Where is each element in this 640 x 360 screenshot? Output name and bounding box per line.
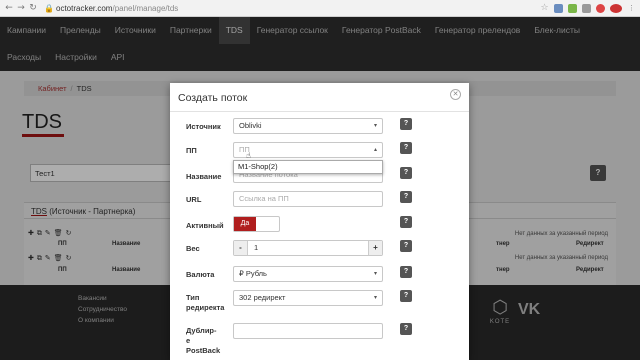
extension-icon[interactable] [596, 3, 605, 13]
help-button[interactable]: ? [400, 118, 412, 130]
url-label: URL [186, 195, 202, 204]
create-stream-modal: Создать поток ✕ Источник Oblivki ▾ ? ПП П… [170, 83, 469, 360]
close-icon[interactable]: ✕ [450, 89, 461, 100]
extension-icon[interactable] [610, 3, 622, 13]
help-button[interactable]: ? [400, 266, 412, 278]
help-button[interactable]: ? [400, 167, 412, 179]
help-button[interactable]: ? [400, 290, 412, 302]
redirect-label-line1: Тип [186, 293, 200, 302]
url-input[interactable]: Ссылка на ПП [233, 191, 383, 207]
divider [170, 111, 469, 112]
extensions-bar: ☆ ⋮ [540, 3, 636, 13]
weight-value[interactable]: 1 [254, 241, 258, 255]
help-button[interactable]: ? [400, 323, 412, 335]
duplicate-postback-input[interactable] [233, 323, 383, 339]
decrement-button[interactable]: - [234, 241, 248, 255]
lock-icon: 🔒 [44, 3, 54, 13]
url-host: octotracker.com [56, 3, 113, 13]
chevron-down-icon: ▾ [373, 270, 377, 277]
dup-label-line2: е [186, 336, 191, 345]
weight-stepper: - 1 + [233, 240, 383, 256]
pp-dropdown-option[interactable]: M1-Shop(2) [233, 160, 383, 174]
extension-icon[interactable] [568, 3, 577, 13]
help-button[interactable]: ? [400, 142, 412, 154]
extension-icon[interactable] [582, 3, 591, 13]
extension-icon[interactable] [554, 3, 563, 13]
dup-label-line1: Дублир- [186, 326, 217, 335]
dup-label-line3: PostBack [186, 346, 221, 355]
browser-toolbar: ← → ↻ 🔒 octotracker.com/panel/manage/tds… [0, 0, 640, 17]
menu-dots-icon[interactable]: ⋮ [627, 4, 636, 13]
modal-title: Создать поток [178, 92, 248, 104]
help-button[interactable]: ? [400, 191, 412, 203]
redirect-type-select[interactable]: 302 редирект ▾ [233, 290, 383, 306]
help-button[interactable]: ? [400, 216, 412, 228]
back-icon[interactable]: ← [4, 3, 14, 13]
star-icon[interactable]: ☆ [540, 3, 549, 13]
help-button[interactable]: ? [400, 240, 412, 252]
weight-label: Вес [186, 244, 200, 253]
currency-select[interactable]: ₽ Рубль ▾ [233, 266, 383, 282]
chevron-up-icon: ▴ [373, 146, 377, 153]
reload-icon[interactable]: ↻ [28, 3, 38, 13]
duplicate-postback-label: Дублир-е PostBack [186, 326, 220, 356]
increment-button[interactable]: + [368, 241, 382, 255]
redirect-value: 302 редирект [239, 293, 286, 302]
active-toggle-on: Да [234, 217, 256, 231]
currency-label: Валюта [186, 270, 215, 279]
pp-label: ПП [186, 146, 197, 155]
address-bar[interactable]: octotracker.com/panel/manage/tds [56, 4, 178, 13]
redirect-label-line2: редиректа [186, 303, 225, 312]
active-toggle[interactable]: Да [233, 216, 280, 232]
currency-value: ₽ Рубль [239, 269, 267, 278]
source-label: Источник [186, 122, 221, 131]
hand-cursor-icon: ☝ [246, 151, 251, 160]
name-label: Название [186, 172, 222, 181]
source-select[interactable]: Oblivki ▾ [233, 118, 383, 134]
active-label: Активный [186, 221, 224, 230]
chevron-down-icon: ▾ [373, 294, 377, 301]
source-value: Oblivki [239, 121, 262, 130]
chevron-down-icon: ▾ [373, 122, 377, 129]
url-path: /panel/manage/tds [112, 3, 179, 13]
redirect-type-label: Тип редиректа [186, 293, 224, 313]
pp-select[interactable]: ПП ▴ [233, 142, 383, 158]
forward-icon[interactable]: → [16, 3, 26, 13]
